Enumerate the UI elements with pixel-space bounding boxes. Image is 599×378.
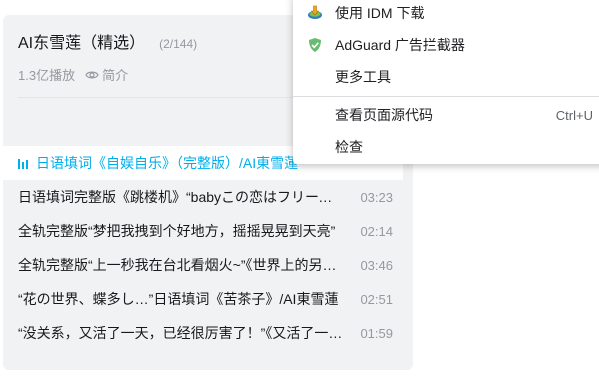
menu-separator bbox=[293, 96, 599, 97]
menu-item-label: 检查 bbox=[335, 139, 363, 155]
menu-item-inspect[interactable]: 检查 bbox=[293, 132, 599, 162]
list-item[interactable]: “没关系，又活了一天，已经很厉害了！”《又活了一天》 01:59 bbox=[3, 316, 403, 350]
play-count: 1.3亿播放 bbox=[18, 68, 76, 83]
list-item-label: “花の世界、蝶多し…”日语填词《苦茶子》/AI東雪蓮 bbox=[18, 291, 339, 307]
intro-button[interactable]: 简介 bbox=[85, 65, 128, 84]
list-item[interactable]: 全轨完整版“上一秒我在台北看烟火~”《世界上的另一个我》 03:46 bbox=[3, 248, 403, 282]
eye-icon bbox=[85, 71, 99, 78]
menu-item-view-source[interactable]: 查看页面源代码 Ctrl+U bbox=[293, 100, 599, 130]
episode-list: 日语填词《自娱自乐》（完整版）/AI東雪蓮 日语填词完整版《跳楼机》“babyこ… bbox=[3, 146, 403, 350]
playlist-count: (2/144) bbox=[159, 37, 198, 51]
menu-item-idm-download[interactable]: 使用 IDM 下载 bbox=[293, 0, 599, 28]
list-item-duration: 01:59 bbox=[360, 325, 393, 341]
list-item-label: 日语填词完整版《跳楼机》“babyこの恋はフリーフォール” bbox=[18, 189, 343, 205]
list-item-duration: 02:14 bbox=[360, 223, 393, 239]
playing-indicator-icon bbox=[18, 159, 30, 169]
menu-item-shortcut: Ctrl+U bbox=[555, 107, 593, 123]
menu-item-label: 查看页面源代码 bbox=[335, 107, 433, 123]
adguard-shield-icon bbox=[309, 38, 321, 52]
playlist-header: AI东雪莲（精选） (2/144) bbox=[18, 29, 197, 53]
menu-item-more-tools[interactable]: 更多工具 bbox=[293, 62, 599, 92]
menu-item-label: 使用 IDM 下载 bbox=[335, 5, 425, 21]
list-item-duration: 03:23 bbox=[360, 189, 393, 205]
list-item-label: 全轨完整版“上一秒我在台北看烟火~”《世界上的另一个我》 bbox=[18, 257, 343, 273]
list-item-label: “没关系，又活了一天，已经很厉害了！”《又活了一天》 bbox=[18, 325, 343, 341]
menu-item-label: AdGuard 广告拦截器 bbox=[335, 37, 465, 53]
context-menu: 使用 IDM 下载 AdGuard 广告拦截器 更多工具 查看页面源代码 Ctr… bbox=[293, 0, 599, 164]
menu-item-label: 更多工具 bbox=[335, 69, 391, 85]
list-item[interactable]: “花の世界、蝶多し…”日语填词《苦茶子》/AI東雪蓮 02:51 bbox=[3, 282, 403, 316]
list-item-duration: 02:51 bbox=[360, 291, 393, 307]
playlist-title[interactable]: AI东雪莲（精选） bbox=[18, 29, 145, 53]
list-item[interactable]: 全轨完整版“梦把我拽到个好地方，摇摇晃晃到天亮” 02:14 bbox=[3, 214, 403, 248]
playlist-meta: 1.3亿播放 简介 bbox=[18, 65, 128, 84]
list-item-duration: 03:46 bbox=[360, 257, 393, 273]
list-item-label: 全轨完整版“梦把我拽到个好地方，摇摇晃晃到天亮” bbox=[18, 223, 336, 239]
intro-label: 简介 bbox=[102, 68, 129, 83]
idm-icon bbox=[308, 5, 322, 19]
menu-item-adguard[interactable]: AdGuard 广告拦截器 bbox=[293, 30, 599, 60]
list-item[interactable]: 日语填词完整版《跳楼机》“babyこの恋はフリーフォール” 03:23 bbox=[3, 180, 403, 214]
